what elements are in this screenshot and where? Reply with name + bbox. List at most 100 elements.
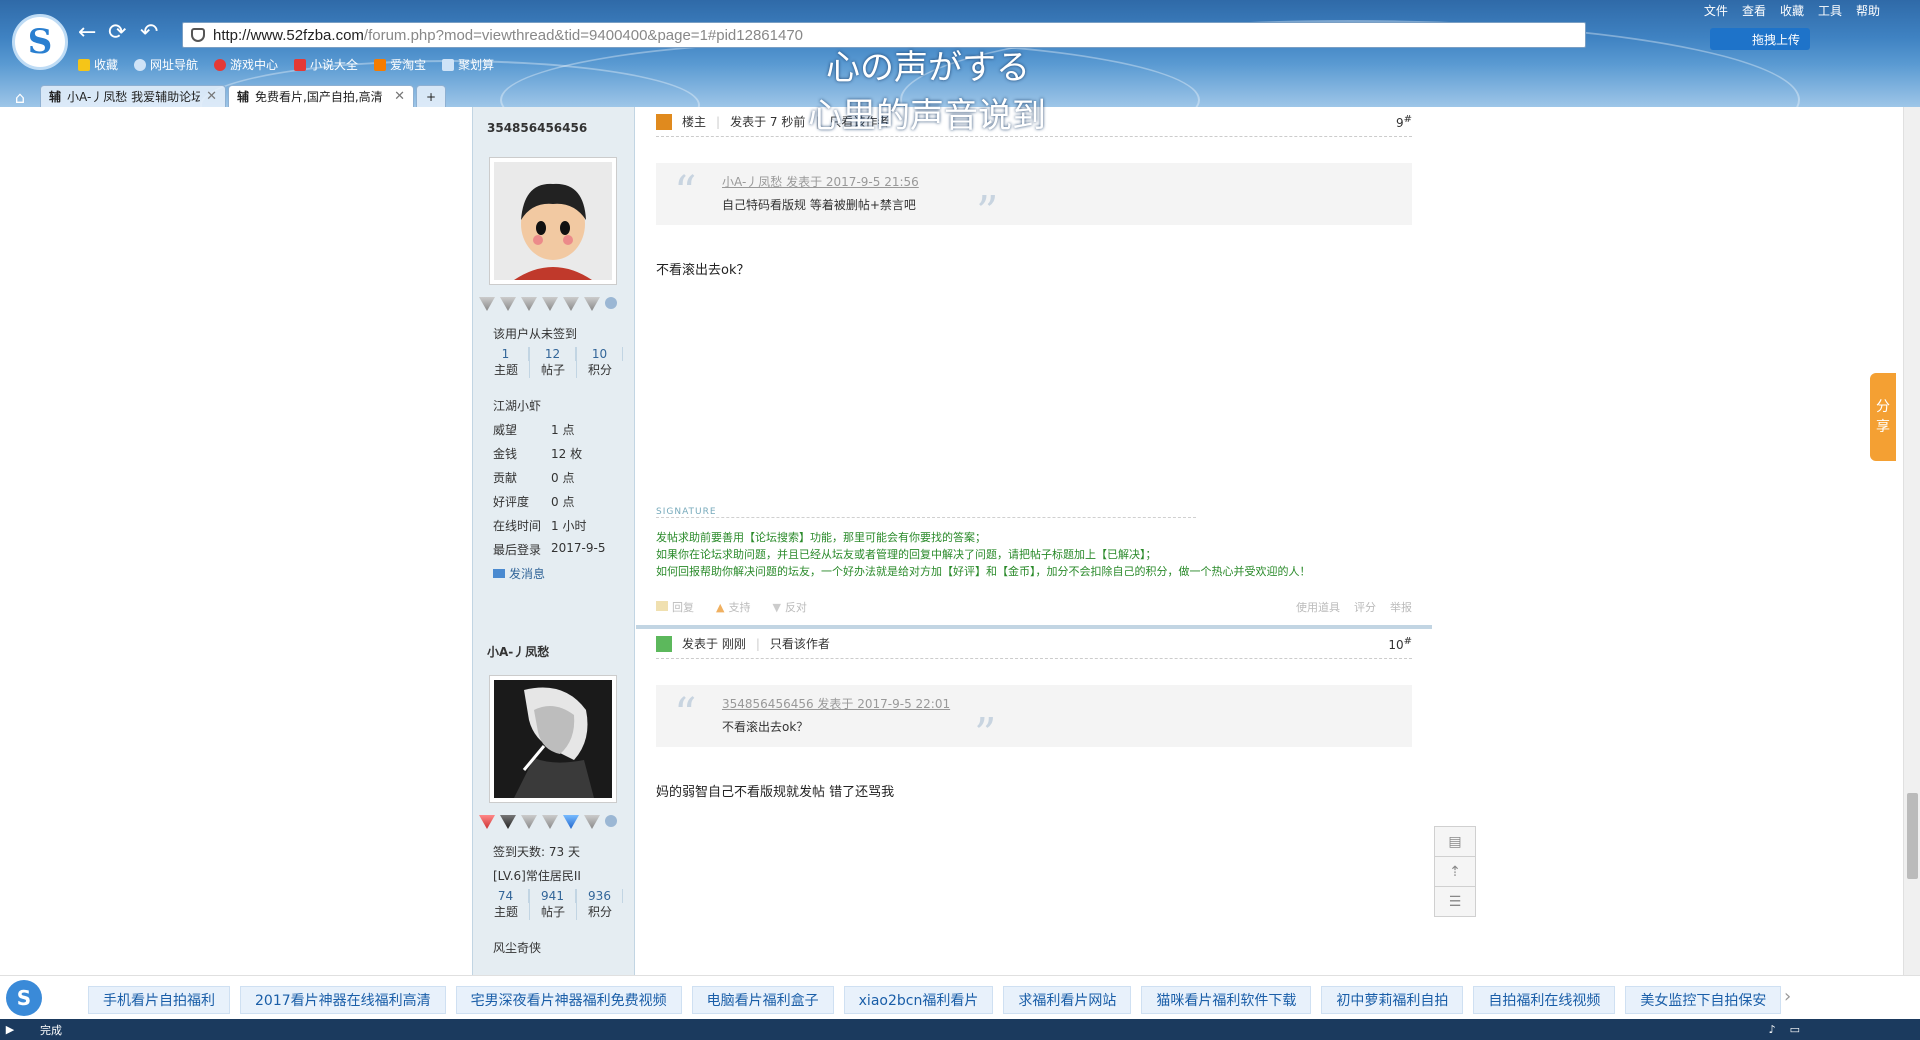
skin-text: 心の声がする: [826, 48, 1030, 88]
user-level[interactable]: 江湖小虾: [493, 397, 541, 414]
stat-points[interactable]: 936 积分: [577, 889, 623, 920]
stat-posts[interactable]: 941 帖子: [530, 889, 577, 920]
bookmark-games[interactable]: 游戏中心: [214, 56, 278, 73]
signature-title: SIGNATURE: [656, 507, 1196, 518]
medal-icon[interactable]: [563, 297, 579, 311]
medal-icon[interactable]: [584, 815, 600, 829]
stat-threads[interactable]: 74 主题: [483, 889, 530, 920]
upload-label: 拖拽上传: [1751, 32, 1800, 47]
undo-icon[interactable]: ↶: [140, 22, 158, 44]
medal-icon[interactable]: [500, 815, 516, 829]
field-row: 最后登录 2017-9-5: [493, 541, 605, 558]
bookmark-nav[interactable]: 网址导航: [134, 56, 198, 73]
field-key: 好评度: [493, 495, 530, 509]
stat-threads[interactable]: 1 主题: [483, 347, 530, 378]
avatar[interactable]: [489, 157, 617, 285]
menu-favorites[interactable]: 收藏: [1780, 2, 1804, 19]
medal-icon[interactable]: [542, 815, 558, 829]
medal-icon[interactable]: [584, 297, 600, 311]
ad-link[interactable]: 美女监控下自拍保安: [1625, 986, 1782, 1014]
ad-link[interactable]: 猫咪看片福利软件下载: [1141, 986, 1312, 1014]
medal-icon[interactable]: [521, 297, 537, 311]
home-icon[interactable]: ⌂: [0, 88, 40, 107]
ad-link[interactable]: 求福利看片网站: [1003, 986, 1132, 1014]
medal-icon[interactable]: [479, 815, 495, 829]
tab-active[interactable]: 辅 免费看片,国产自拍,高清 ✕: [228, 85, 414, 107]
author-name[interactable]: 354856456456: [487, 121, 587, 135]
browser-logo-small[interactable]: S: [6, 980, 42, 1016]
window-icon[interactable]: ▭: [1790, 1023, 1800, 1036]
field-row: 贡献 0 点: [493, 469, 574, 486]
oppose-button[interactable]: ▼ 反对: [772, 599, 806, 615]
bookmark-juhuasuan[interactable]: 聚划算: [442, 56, 494, 73]
new-tab-button[interactable]: +: [416, 85, 446, 107]
reply-button[interactable]: 回复: [656, 599, 694, 615]
avatar[interactable]: [489, 675, 617, 803]
scrollbar-thumb[interactable]: [1907, 793, 1918, 879]
bookmark-label: 聚划算: [458, 58, 495, 72]
menu-tools[interactable]: 工具: [1818, 2, 1842, 19]
medal-icon[interactable]: [521, 815, 537, 829]
medal-icon[interactable]: [563, 815, 579, 829]
speaker-icon[interactable]: ♪: [1769, 1023, 1776, 1036]
back-to-top-icon[interactable]: ⇡: [1434, 856, 1476, 887]
stat-label: 积分: [587, 905, 612, 919]
medal-icon[interactable]: [542, 297, 558, 311]
tab-forum[interactable]: 辅 小A-丿凤愁 我爱辅助论坛 ✕: [40, 85, 226, 107]
author-name[interactable]: 小A-丿凤愁: [487, 643, 549, 660]
quote-text: 自己特码看版规 等着被删帖+禁言吧: [722, 198, 916, 212]
share-tab[interactable]: 分享: [1870, 373, 1896, 461]
upload-button[interactable]: 拖拽上传: [1710, 28, 1810, 50]
back-icon[interactable]: ←: [78, 22, 96, 44]
report-button[interactable]: 举报: [1390, 599, 1412, 615]
medal-icon[interactable]: [479, 297, 495, 311]
ad-link[interactable]: 宅男深夜看片神器福利免费视频: [455, 986, 682, 1014]
stat-label: 主题: [493, 363, 518, 377]
floor-number[interactable]: 9#: [1396, 114, 1412, 130]
ad-link[interactable]: 手机看片自拍福利: [88, 986, 230, 1014]
menu-view[interactable]: 查看: [1742, 2, 1766, 19]
quote-close-icon: ”: [976, 187, 999, 238]
menu-file[interactable]: 文件: [1704, 2, 1728, 19]
user-level[interactable]: 风尘奇侠: [493, 939, 541, 956]
stat-points[interactable]: 10 积分: [577, 347, 623, 378]
skin-text-2: 心里的声音说到: [808, 96, 1046, 136]
chevron-right-icon[interactable]: ›: [1784, 986, 1791, 1007]
rate-button[interactable]: 评分: [1354, 599, 1376, 615]
ad-link[interactable]: xiao2bcn福利看片: [843, 986, 994, 1014]
floor-number[interactable]: 10#: [1388, 636, 1412, 652]
list-icon[interactable]: ☰: [1434, 886, 1476, 917]
quote-author[interactable]: 小A-丿凤愁 发表于 2017-9-5 21:56: [722, 173, 1412, 190]
browser-logo[interactable]: S: [12, 14, 68, 70]
help-icon[interactable]: [605, 815, 617, 827]
post-body: 楼主 | 发表于 7 秒前 | 只看该作者 9# “ 小A-丿凤愁 发表于 20…: [636, 107, 1432, 629]
support-button[interactable]: ▲ 支持: [716, 599, 750, 615]
post-time: 发表于 7 秒前: [730, 115, 806, 129]
ad-link[interactable]: 初中萝莉福利自拍: [1321, 986, 1464, 1014]
use-item-button[interactable]: 使用道具: [1296, 599, 1340, 615]
menu-help[interactable]: 帮助: [1856, 2, 1880, 19]
ad-link[interactable]: 2017看片神器在线福利高清: [240, 986, 446, 1014]
stat-posts[interactable]: 12 帖子: [530, 347, 577, 378]
ad-link[interactable]: 电脑看片福利盒子: [691, 986, 834, 1014]
reply-icon: [656, 601, 668, 611]
play-icon[interactable]: ▶: [0, 1023, 20, 1036]
bookmark-taobao[interactable]: 爱淘宝: [374, 56, 426, 73]
bookmark-novels[interactable]: 小说大全: [294, 56, 358, 73]
shield-icon: [191, 28, 205, 42]
field-row: 威望 1 点: [493, 421, 574, 438]
close-icon[interactable]: ✕: [394, 89, 405, 104]
user-rank[interactable]: [LV.6]常住居民II: [493, 867, 581, 884]
help-icon[interactable]: [605, 297, 617, 309]
medal-icon[interactable]: [500, 297, 516, 311]
comment-icon[interactable]: ▤: [1434, 826, 1476, 857]
send-message-link[interactable]: 发消息: [493, 565, 545, 582]
close-icon[interactable]: ✕: [206, 89, 217, 104]
ad-link[interactable]: 自拍福利在线视频: [1473, 986, 1616, 1014]
refresh-icon[interactable]: ⟳: [108, 22, 126, 44]
author-only-link[interactable]: 只看该作者: [770, 635, 830, 652]
tab-icon: 辅: [49, 90, 62, 104]
quote-author[interactable]: 354856456456 发表于 2017-9-5 22:01: [722, 695, 1412, 712]
bookmark-favorites[interactable]: 收藏: [78, 56, 118, 73]
scrollbar[interactable]: [1903, 107, 1920, 975]
